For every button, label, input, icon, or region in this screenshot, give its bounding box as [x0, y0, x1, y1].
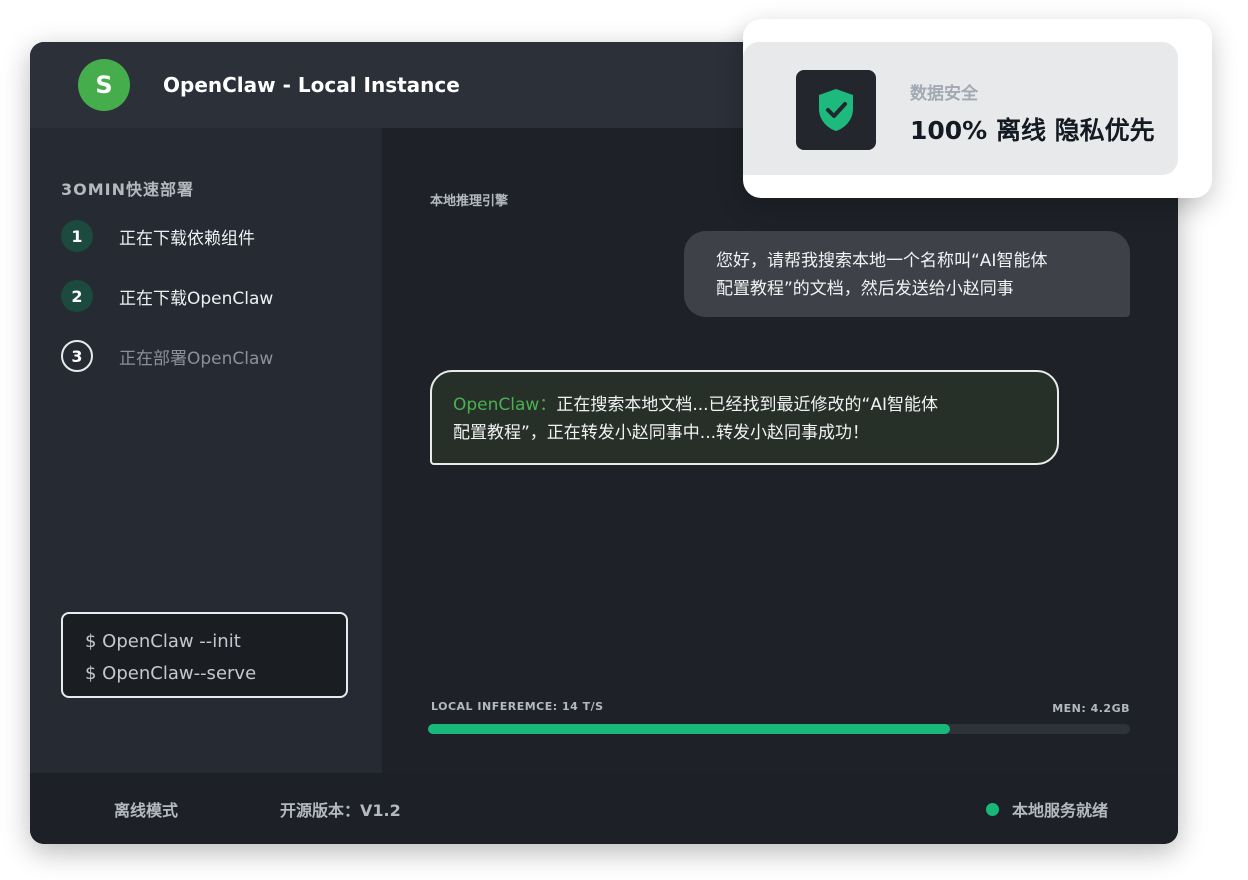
bot-name: OpenClaw：: [453, 395, 557, 415]
step-label-2: 正在下载OpenClaw: [119, 288, 274, 309]
memory-usage-label: MEN: 4.2GB: [1052, 702, 1130, 715]
sidebar: 3OMIN快速部署 1 正在下载依赖组件 2 正在下载OpenClaw 3 正在…: [30, 128, 382, 773]
bot-message-text-1: 正在搜索本地文档...已经找到最近修改的“AI智能体: [556, 395, 938, 415]
terminal-line-serve: $ OpenClaw--serve: [85, 663, 257, 684]
step-number-1: 1: [61, 220, 93, 252]
terminal-box[interactable]: $ OpenClaw --init $ OpenClaw--serve: [61, 612, 348, 698]
user-message-line-1: 您好，请帮我搜索本地一个名称叫“AI智能体: [716, 251, 1048, 271]
offline-mode-label[interactable]: 离线模式: [114, 797, 178, 821]
step-item-2[interactable]: 2 正在下载OpenClaw: [61, 280, 273, 312]
inference-progress-fill: [428, 724, 950, 734]
security-card-inner: 数据安全 100% 离线 隐私优先: [743, 42, 1178, 175]
security-title: 数据安全: [910, 84, 978, 104]
status-dot-icon: [986, 803, 999, 816]
app-avatar[interactable]: S: [78, 59, 130, 111]
footer-bar: 离线模式 开源版本：V1.2 本地服务就绪: [30, 773, 1178, 844]
inference-progress-bar: [428, 724, 1130, 734]
shield-check-icon: [819, 89, 853, 131]
terminal-line-init: $ OpenClaw --init: [85, 631, 241, 652]
step-label-1: 正在下载依赖组件: [119, 228, 255, 249]
security-card: 数据安全 100% 离线 隐私优先: [743, 19, 1212, 198]
engine-label: 本地推理引擎: [430, 194, 509, 209]
service-status-label: 本地服务就绪: [1012, 801, 1109, 820]
step-label-3: 正在部署OpenClaw: [119, 348, 274, 369]
step-item-1[interactable]: 1 正在下载依赖组件: [61, 220, 255, 252]
step-number-3: 3: [61, 340, 93, 372]
shield-icon-box: [796, 70, 876, 150]
bot-message-bubble: OpenClaw：正在搜索本地文档...已经找到最近修改的“AI智能体 配置教程…: [430, 370, 1059, 465]
chat-panel: 本地推理引擎 您好，请帮我搜索本地一个名称叫“AI智能体 配置教程”的文档，然后…: [382, 128, 1178, 773]
user-message-line-2: 配置教程”的文档，然后发送给小赵同事: [716, 279, 1014, 299]
bot-message-line-2: 配置教程”，正在转发小赵同事中...转发小赵同事成功！: [453, 423, 870, 443]
inference-speed-label: LOCAL INFEREMCE: 14 T/S: [431, 700, 604, 713]
step-number-2: 2: [61, 280, 93, 312]
step-item-3[interactable]: 3 正在部署OpenClaw: [61, 340, 273, 372]
bot-message-line-1: OpenClaw：正在搜索本地文档...已经找到最近修改的“AI智能体: [453, 391, 1037, 419]
security-headline: 100% 离线 隐私优先: [910, 116, 1155, 145]
app-title: OpenClaw - Local Instance: [163, 73, 460, 97]
version-label: 开源版本：V1.2: [280, 801, 401, 820]
user-message-bubble: 您好，请帮我搜索本地一个名称叫“AI智能体 配置教程”的文档，然后发送给小赵同事: [684, 231, 1130, 317]
sidebar-heading: 3OMIN快速部署: [61, 180, 195, 199]
